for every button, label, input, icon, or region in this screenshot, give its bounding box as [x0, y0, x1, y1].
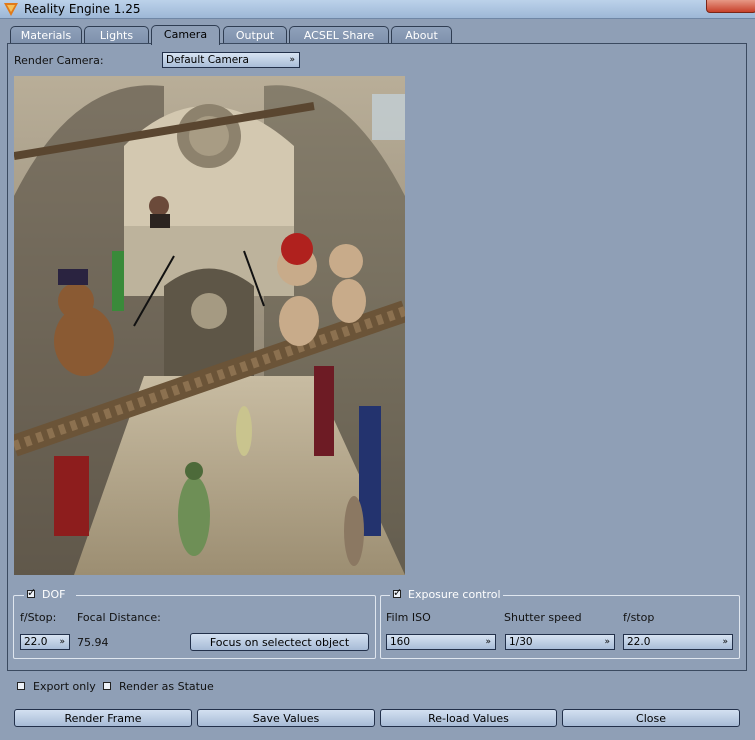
- render-as-statue-checkbox[interactable]: [103, 682, 111, 690]
- render-frame-button[interactable]: Render Frame: [14, 709, 192, 727]
- render-as-statue-label: Render as Statue: [119, 680, 214, 693]
- tab-camera[interactable]: Camera: [151, 25, 220, 45]
- close-button[interactable]: Close: [562, 709, 740, 727]
- tab-acsel-share[interactable]: ACSEL Share: [289, 26, 389, 44]
- tab-lights[interactable]: Lights: [84, 26, 149, 44]
- app-logo-icon: [3, 1, 19, 17]
- export-only-checkbox[interactable]: [17, 682, 25, 690]
- tab-about[interactable]: About: [391, 26, 452, 44]
- window-close-button[interactable]: [706, 0, 755, 13]
- window-title: Reality Engine 1.25: [24, 2, 141, 16]
- camera-tab-panel: [7, 43, 747, 671]
- reload-values-button[interactable]: Re-load Values: [380, 709, 557, 727]
- export-only-label: Export only: [33, 680, 96, 693]
- tab-output[interactable]: Output: [223, 26, 287, 44]
- save-values-button[interactable]: Save Values: [197, 709, 375, 727]
- tab-materials[interactable]: Materials: [10, 26, 82, 44]
